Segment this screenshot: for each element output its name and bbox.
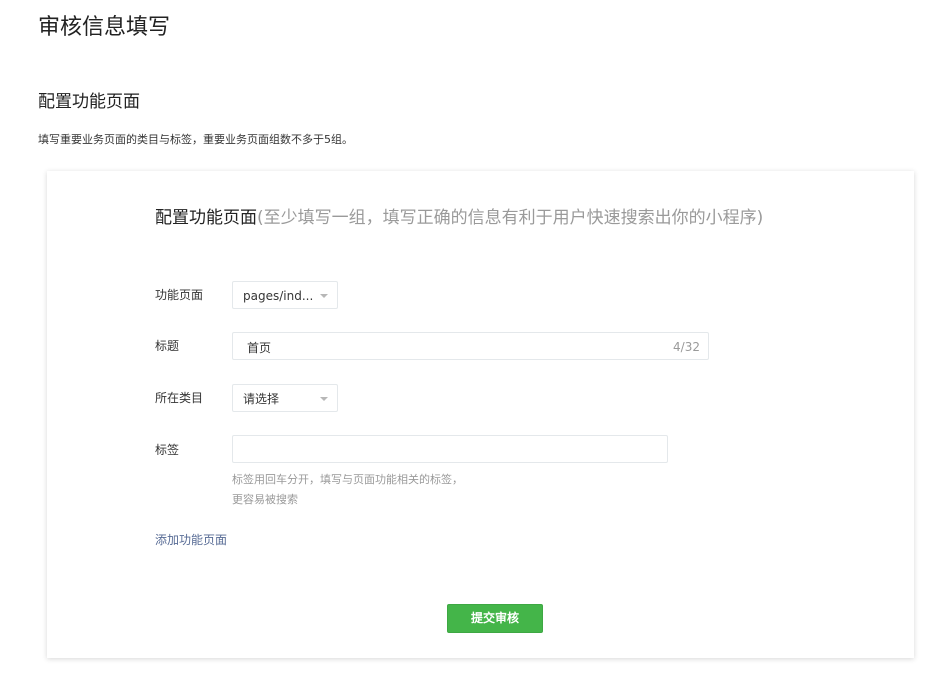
tags-tips-line: 标签用回车分开，填写与页面功能相关的标签，: [232, 473, 463, 486]
config-card: 配置功能页面(至少填写一组，填写正确的信息有利于用户快速搜索出你的小程序) 功能…: [47, 171, 914, 658]
submit-review-button[interactable]: 提交审核: [447, 604, 543, 633]
page-select[interactable]: pages/ind...: [232, 281, 338, 309]
tags-tips: 标签用回车分开，填写与页面功能相关的标签， 更容易被搜索: [232, 470, 463, 510]
section-title: 配置功能页面: [38, 92, 140, 112]
title-input-value: 首页: [247, 341, 272, 355]
card-heading-title: 配置功能页面: [155, 208, 257, 228]
page-select-value: pages/ind...: [243, 289, 314, 303]
card-heading-hint: (至少填写一组，填写正确的信息有利于用户快速搜索出你的小程序): [257, 208, 764, 228]
category-field-label: 所在类目: [155, 391, 204, 405]
section-description: 填写重要业务页面的类目与标签，重要业务页面组数不多于5组。: [38, 133, 353, 146]
title-field-label: 标题: [155, 339, 180, 353]
title-input[interactable]: 首页 4/32: [232, 332, 709, 360]
chevron-down-icon: [320, 397, 328, 401]
category-select-value: 请选择: [243, 392, 280, 406]
chevron-down-icon: [320, 294, 328, 298]
tags-input[interactable]: [232, 435, 668, 463]
tags-field-label: 标签: [155, 443, 180, 457]
page-field-label: 功能页面: [155, 288, 204, 302]
tags-tips-line: 更容易被搜索: [232, 493, 298, 506]
add-function-page-link[interactable]: 添加功能页面: [155, 531, 227, 549]
category-select[interactable]: 请选择: [232, 384, 338, 412]
page-title: 审核信息填写: [38, 15, 171, 40]
card-heading: 配置功能页面(至少填写一组，填写正确的信息有利于用户快速搜索出你的小程序): [155, 205, 763, 231]
title-char-counter: 4/32: [673, 340, 700, 354]
